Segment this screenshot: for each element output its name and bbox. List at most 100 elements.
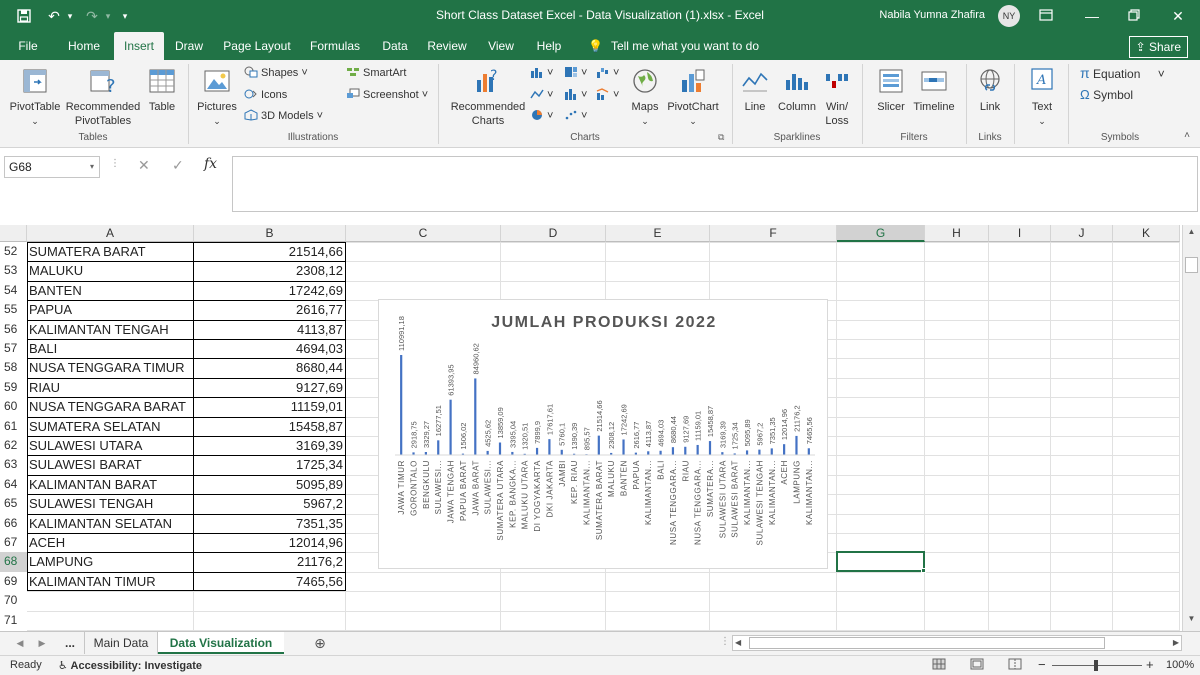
chart-bar[interactable] xyxy=(659,450,662,455)
column-header-j[interactable]: J xyxy=(1051,225,1113,242)
cell-province[interactable]: SUMATERA SELATAN xyxy=(27,417,194,436)
tab-split-handle-icon[interactable]: ⋮ xyxy=(720,636,730,647)
avatar[interactable]: NY xyxy=(998,5,1020,27)
chart-bar[interactable] xyxy=(449,399,452,455)
active-cell-g68[interactable] xyxy=(836,551,925,572)
fill-handle[interactable] xyxy=(921,568,926,573)
page-layout-view-icon[interactable] xyxy=(970,658,986,672)
cell-value[interactable] xyxy=(194,611,346,630)
pivotchart-button[interactable]: PivotChart ⌄ xyxy=(664,66,722,128)
line-chart-dropdown[interactable]: ˅ xyxy=(530,88,553,102)
chart-bar[interactable] xyxy=(560,449,563,455)
cell-province[interactable]: LAMPUNG xyxy=(27,552,194,571)
tab-view[interactable]: View xyxy=(484,32,518,60)
cell-province[interactable]: SULAWESI BARAT xyxy=(27,455,194,474)
hierarchy-chart-dropdown[interactable]: ˅ xyxy=(564,66,587,80)
row-header[interactable]: 56 xyxy=(0,319,27,339)
column-header-a[interactable]: A xyxy=(27,225,194,242)
pictures-button[interactable]: Pictures ⌄ xyxy=(194,66,240,128)
cell-province[interactable]: KALIMANTAN SELATAN xyxy=(27,514,194,533)
scatter-chart-dropdown[interactable]: ˅ xyxy=(564,109,587,123)
chart-bar[interactable] xyxy=(807,448,810,455)
row-header[interactable]: 58 xyxy=(0,358,27,378)
cell-value[interactable]: 12014,96 xyxy=(194,533,346,552)
restore-icon[interactable] xyxy=(1116,4,1152,28)
tab-review[interactable]: Review xyxy=(424,32,470,60)
chart-bar[interactable] xyxy=(696,444,699,455)
zoom-level[interactable]: 100% xyxy=(1166,659,1194,671)
sheet-tab-data-visualization[interactable]: Data Visualization xyxy=(158,632,284,654)
sparkline-column-button[interactable]: Column xyxy=(774,66,820,114)
cell-value[interactable]: 2308,12 xyxy=(194,261,346,280)
tab-data[interactable]: Data xyxy=(378,32,412,60)
row-header[interactable]: 69 xyxy=(0,571,27,592)
row-header[interactable]: 60 xyxy=(0,397,27,417)
3d-models-button[interactable]: 3D Models ˅ xyxy=(244,109,323,123)
cell-province[interactable]: KALIMANTAN TENGAH xyxy=(27,320,194,339)
cell-province[interactable]: MALUKU xyxy=(27,261,194,280)
column-header-e[interactable]: E xyxy=(606,225,710,242)
horizontal-scroll-thumb[interactable] xyxy=(749,637,1105,649)
cell-value[interactable]: 17242,69 xyxy=(194,281,346,300)
row-header[interactable]: 67 xyxy=(0,533,27,553)
row-header[interactable]: 61 xyxy=(0,416,27,436)
chart-bar[interactable] xyxy=(671,447,675,455)
link-button[interactable]: Link xyxy=(972,66,1008,114)
ribbon-display-icon[interactable] xyxy=(1028,4,1064,28)
select-all-corner[interactable] xyxy=(0,225,27,242)
cell-province[interactable]: PAPUA xyxy=(27,300,194,319)
row-header[interactable]: 64 xyxy=(0,474,27,495)
maps-button[interactable]: Maps ⌄ xyxy=(628,66,662,128)
pie-chart-dropdown[interactable]: ˅ xyxy=(530,109,553,123)
scroll-up-icon[interactable]: ▲ xyxy=(1185,227,1198,239)
chart-bar[interactable] xyxy=(437,440,440,455)
table-button[interactable]: Table xyxy=(144,66,180,114)
vertical-scrollbar[interactable]: ▲ ▼ xyxy=(1182,225,1200,631)
row-header[interactable]: 54 xyxy=(0,280,27,301)
row-header[interactable]: 70 xyxy=(0,591,27,611)
chart-bar[interactable] xyxy=(486,450,489,455)
row-header[interactable]: 53 xyxy=(0,261,27,281)
cell-value[interactable]: 7351,35 xyxy=(194,514,346,533)
share-button[interactable]: ⇪ Share xyxy=(1128,36,1188,58)
cell-province[interactable]: BANTEN xyxy=(27,281,194,300)
column-header-k[interactable]: K xyxy=(1113,225,1180,242)
recommended-charts-button[interactable]: ? Recommended Charts xyxy=(446,66,530,128)
redo-icon[interactable]: ↷ xyxy=(82,6,102,26)
cell-province[interactable]: KALIMANTAN BARAT xyxy=(27,475,194,494)
chart-bar[interactable] xyxy=(622,439,625,455)
user-name[interactable]: Nabila Yumna Zhafira xyxy=(879,9,985,21)
cell-value[interactable]: 3169,39 xyxy=(194,436,346,455)
equation-button[interactable]: π Equation ˅ xyxy=(1080,66,1165,81)
redo-dropdown-icon[interactable]: ▾ xyxy=(102,6,114,26)
chart-bar[interactable] xyxy=(770,448,773,455)
tab-draw[interactable]: Draw xyxy=(170,32,208,60)
row-header[interactable]: 62 xyxy=(0,436,27,456)
chart-bar[interactable] xyxy=(647,451,650,455)
waterfall-chart-dropdown[interactable]: ˅ xyxy=(596,66,619,80)
bar-chart[interactable]: JUMLAH PRODUKSI 2022 110991,18 JAWA TIMUR… xyxy=(378,299,828,569)
column-header-i[interactable]: I xyxy=(989,225,1051,242)
cell-province[interactable]: NUSA TENGGARA TIMUR xyxy=(27,358,194,377)
cell-value[interactable]: 11159,01 xyxy=(194,397,346,416)
cell-value[interactable]: 5967,2 xyxy=(194,494,346,513)
name-box-dropdown-icon[interactable]: ▾ xyxy=(90,157,94,177)
cancel-icon[interactable]: ✕ xyxy=(138,157,150,174)
column-header-d[interactable]: D xyxy=(501,225,606,242)
undo-dropdown-icon[interactable]: ▾ xyxy=(64,6,76,26)
sparkline-line-button[interactable]: Line xyxy=(738,66,772,114)
sheet-tab-main-data[interactable]: Main Data xyxy=(84,632,158,654)
row-header[interactable]: 63 xyxy=(0,455,27,475)
next-sheet-icon[interactable]: ▶ xyxy=(34,632,50,654)
cell-value[interactable]: 1725,34 xyxy=(194,455,346,474)
chart-bar[interactable] xyxy=(745,450,749,455)
tab-help[interactable]: Help xyxy=(532,32,566,60)
cell-province[interactable]: NUSA TENGGARA BARAT xyxy=(27,397,194,416)
smartart-button[interactable]: SmartArt xyxy=(346,66,406,80)
charts-dialog-launcher-icon[interactable]: ⧉ xyxy=(718,132,724,143)
cell-province[interactable]: KALIMANTAN TIMUR xyxy=(27,572,194,591)
cell-value[interactable] xyxy=(194,591,346,610)
tab-formulas[interactable]: Formulas xyxy=(306,32,364,60)
tab-insert[interactable]: Insert xyxy=(114,32,164,60)
zoom-out-icon[interactable]: − xyxy=(1038,657,1046,672)
